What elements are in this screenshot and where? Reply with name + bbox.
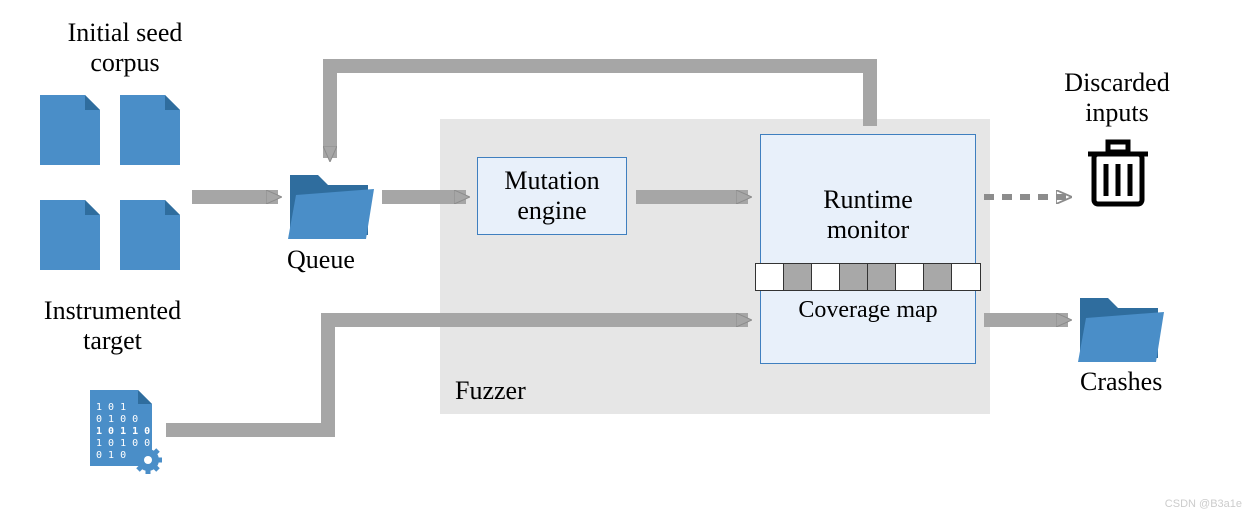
doc-icon [120, 95, 180, 165]
svg-text:1 0 1 1 0: 1 0 1 1 0 [96, 426, 150, 437]
fuzzer-diagram: Fuzzer Runtime monitor Coverage map Muta… [0, 0, 1250, 514]
doc-icon [120, 200, 180, 270]
trash-icon [1088, 142, 1148, 204]
overlay-svg: 1 0 1 0 1 0 0 1 0 1 1 0 1 0 1 0 0 0 1 0 [0, 0, 1250, 514]
arrow-feedback-queue [330, 66, 870, 158]
doc-icon [40, 95, 100, 165]
svg-text:0 1 0: 0 1 0 [96, 450, 126, 461]
arrow-target-runtime [166, 320, 748, 430]
svg-text:0 1 0 0: 0 1 0 0 [96, 414, 138, 425]
svg-text:1 0 1: 1 0 1 [96, 402, 126, 413]
doc-icon [40, 200, 100, 270]
binary-doc-icon: 1 0 1 0 1 0 0 1 0 1 1 0 1 0 1 0 0 0 1 0 [90, 390, 162, 474]
folder-icon [1078, 298, 1164, 362]
svg-text:1 0 1 0 0: 1 0 1 0 0 [96, 438, 150, 449]
folder-icon [288, 175, 374, 239]
